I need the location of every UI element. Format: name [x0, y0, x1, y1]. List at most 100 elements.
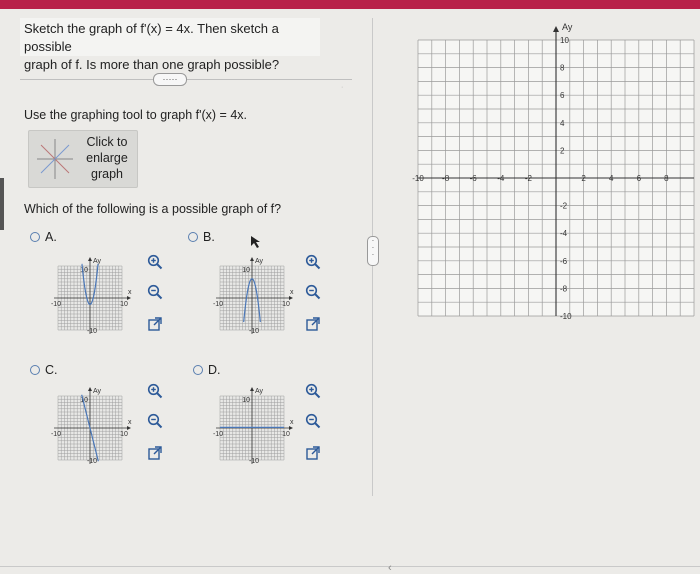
- open-external-icon[interactable]: [147, 316, 163, 337]
- option-b-radio[interactable]: B.: [188, 230, 215, 244]
- zoom-in-icon[interactable]: [147, 254, 163, 275]
- thumb-x-min-label: -10: [51, 301, 61, 308]
- thumb-x-max-label: 10: [120, 301, 128, 308]
- enlarge-label-line-1: Click to: [86, 135, 128, 149]
- open-external-icon[interactable]: [305, 316, 321, 337]
- thumb-x-min-label: -10: [213, 431, 223, 438]
- option-a-tools: [147, 254, 163, 337]
- zoom-in-icon[interactable]: [305, 254, 321, 275]
- chevron-left-icon[interactable]: ‹: [388, 562, 392, 574]
- thumb-y-max-label: 10: [242, 397, 250, 404]
- y-tick-label: 2: [560, 146, 565, 155]
- option-a-graph-thumbnail: Ay 10 -10 10 -10 x: [38, 252, 138, 349]
- thumb-y-arrow: [88, 257, 92, 261]
- y-tick-label: 8: [560, 64, 565, 73]
- thumb-x-min-label: -10: [213, 301, 223, 308]
- thumb-y-arrow: [250, 257, 254, 261]
- y-tick-label: -6: [560, 257, 568, 266]
- enlarge-label-line-2: enlarge: [86, 151, 128, 165]
- thumb-x-label: x: [290, 419, 294, 426]
- question-line-1: Sketch the graph of f'(x) = 4x. Then ske…: [24, 21, 279, 54]
- option-a-radio[interactable]: A.: [30, 230, 57, 244]
- option-c-label: C.: [45, 363, 58, 377]
- x-tick-label: -6: [470, 174, 478, 183]
- option-c-radio[interactable]: C.: [30, 363, 58, 377]
- thumb-x-arrow: [127, 296, 131, 300]
- graphing-instruction: Use the graphing tool to graph f'(x) = 4…: [24, 108, 247, 122]
- thumbnail-svg: Ay 10 -10 10 -10 x: [213, 257, 294, 335]
- which-question: Which of the following is a possible gra…: [24, 202, 282, 216]
- top-accent-bar: [0, 0, 700, 9]
- option-d-radio[interactable]: D.: [193, 363, 221, 377]
- zoom-out-icon[interactable]: [147, 413, 163, 434]
- enlarge-label: Click to enlarge graph: [79, 134, 135, 182]
- expand-more-button[interactable]: ·····: [153, 73, 187, 86]
- zoom-in-icon[interactable]: [305, 383, 321, 404]
- question-prompt: Sketch the graph of f'(x) = 4x. Then ske…: [20, 18, 320, 72]
- pane-resize-handle[interactable]: · · ·: [367, 236, 379, 266]
- thumb-x-label: x: [128, 289, 132, 296]
- thumbnail-svg: Ay 10 -10 10 -10 x: [51, 257, 132, 335]
- option-d-tools: [305, 383, 321, 466]
- enlarge-graph-button[interactable]: Click to enlarge graph: [28, 130, 138, 188]
- x-tick-label: 6: [637, 174, 642, 183]
- thumb-x-max-label: 10: [282, 301, 290, 308]
- graph-preview-icon: [37, 139, 73, 179]
- open-external-icon[interactable]: [305, 445, 321, 466]
- x-tick-label: 8: [664, 174, 669, 183]
- option-b-label: B.: [203, 230, 215, 244]
- open-external-icon[interactable]: [147, 445, 163, 466]
- thumb-y-arrow: [88, 387, 92, 391]
- thumb-y-min-label: -10: [87, 328, 97, 335]
- thumb-x-min-label: -10: [51, 431, 61, 438]
- y-tick-label: -2: [560, 202, 568, 211]
- thumb-y-label: Ay: [255, 258, 264, 265]
- thumb-x-arrow: [127, 426, 131, 430]
- y-tick-label: 10: [560, 36, 569, 45]
- option-c-graph-thumbnail: Ay 10 -10 10 -10 x: [38, 382, 138, 479]
- faint-mark: ·: [341, 84, 344, 91]
- thumb-y-arrow: [250, 387, 254, 391]
- thumb-x-label: x: [128, 419, 132, 426]
- y-tick-label: -10: [560, 312, 572, 321]
- zoom-out-icon[interactable]: [147, 284, 163, 305]
- thumb-x-arrow: [289, 426, 293, 430]
- option-d-graph-thumbnail: Ay 10 -10 10 -10 x: [200, 382, 300, 479]
- radio-circle[interactable]: [30, 365, 40, 375]
- x-tick-label: -10: [412, 174, 424, 183]
- thumb-y-max-label: 10: [242, 267, 250, 274]
- thumb-y-min-label: -10: [87, 458, 97, 465]
- y-tick-label: 6: [560, 91, 565, 100]
- x-tick-label: -8: [442, 174, 450, 183]
- option-b-tools: [305, 254, 321, 337]
- y-axis-label: Ay: [562, 22, 573, 32]
- x-tick-label: -4: [497, 174, 505, 183]
- thumb-x-max-label: 10: [120, 431, 128, 438]
- zoom-out-icon[interactable]: [305, 284, 321, 305]
- option-d-label: D.: [208, 363, 221, 377]
- thumb-x-arrow: [289, 296, 293, 300]
- thumb-y-label: Ay: [93, 388, 102, 395]
- thumb-y-max-label: 10: [80, 267, 88, 274]
- left-edge-strip: [0, 178, 4, 230]
- option-a-label: A.: [45, 230, 57, 244]
- zoom-out-icon[interactable]: [305, 413, 321, 434]
- radio-circle[interactable]: [188, 232, 198, 242]
- mouse-cursor-icon: [251, 236, 260, 248]
- graphing-canvas[interactable]: Ay -10 -8 -6 -4 -2 2 4 6 8 10 8 6 4 2 -2 -4 -6 -8 -10: [408, 18, 700, 322]
- x-tick-label: 4: [609, 174, 614, 183]
- thumb-y-label: Ay: [93, 258, 102, 265]
- thumb-y-min-label: -10: [249, 328, 259, 335]
- zoom-in-icon[interactable]: [147, 383, 163, 404]
- option-c-tools: [147, 383, 163, 466]
- y-tick-label: 4: [560, 119, 565, 128]
- thumb-x-label: x: [290, 289, 294, 296]
- x-tick-label: 2: [581, 174, 586, 183]
- y-tick-label: -4: [560, 229, 568, 238]
- radio-circle[interactable]: [30, 232, 40, 242]
- option-b-graph-thumbnail: Ay 10 -10 10 -10 x: [200, 252, 300, 349]
- thumb-y-label: Ay: [255, 388, 264, 395]
- enlarge-label-line-3: graph: [91, 167, 123, 181]
- radio-circle[interactable]: [193, 365, 203, 375]
- thumb-y-min-label: -10: [249, 458, 259, 465]
